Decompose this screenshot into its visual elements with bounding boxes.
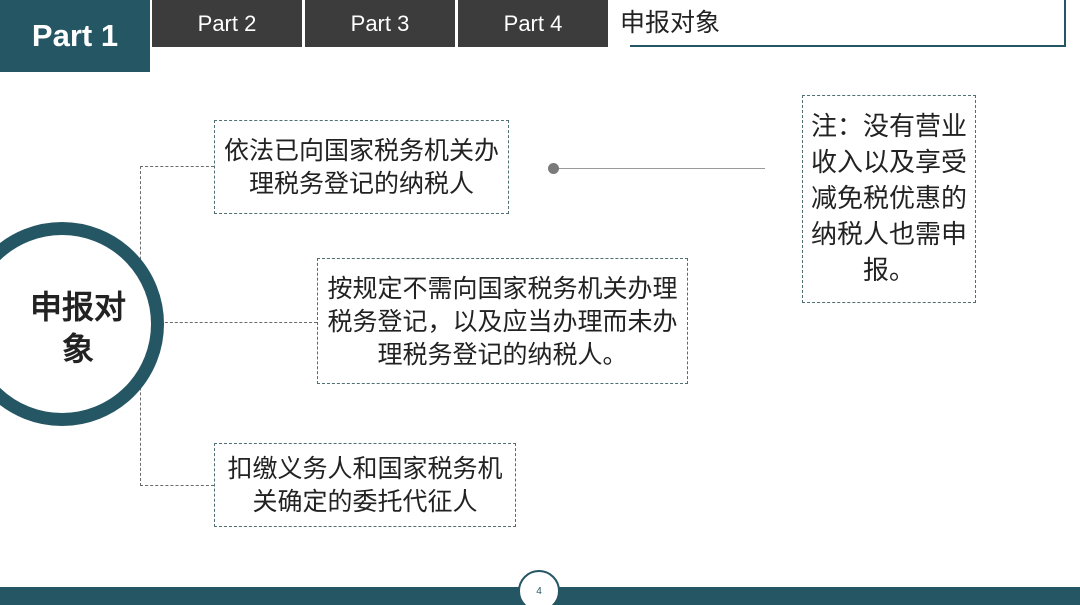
nav-tab-label: Part 3 [350, 10, 410, 36]
item-text: 扣缴义务人和国家税务机关确定的委托代征人 [227, 454, 503, 516]
page-number-badge: 4 [518, 570, 560, 605]
item-box-3: 扣缴义务人和国家税务机关确定的委托代征人 [214, 443, 516, 527]
note-box: 注：没有营业收入以及享受减免税优惠的纳税人也需申报。 [802, 95, 976, 303]
connector-item-3 [140, 485, 214, 486]
title-edge-divider [1064, 0, 1066, 47]
item-box-1: 依法已向国家税务机关办理税务登记的纳税人 [214, 120, 509, 214]
item-box-2: 按规定不需向国家税务机关办理税务登记，以及应当办理而未办理税务登记的纳税人。 [317, 258, 688, 384]
nav-tab-part-2[interactable]: Part 2 [152, 0, 302, 47]
pointer-dot [548, 163, 559, 174]
nav-tab-label: Part 2 [197, 10, 257, 36]
note-text: 注：没有营业收入以及享受减免税优惠的纳税人也需申报。 [810, 112, 967, 286]
connector-item-1 [140, 166, 214, 167]
nav-tab-part-1[interactable]: Part 1 [0, 0, 150, 72]
item-text: 依法已向国家税务机关办理税务登记的纳税人 [223, 136, 499, 198]
topic-label: 申报对象 [30, 288, 127, 368]
pointer-line [558, 168, 765, 169]
slide: Part 1 Part 2 Part 3 Part 4 申报对象 申报对象 依法… [0, 0, 1080, 605]
nav-tab-part-4[interactable]: Part 4 [458, 0, 608, 47]
nav-tab-label: Part 1 [31, 18, 119, 53]
section-title: 申报对象 [620, 8, 721, 37]
connector-item-2 [150, 322, 317, 323]
nav-tab-label: Part 4 [503, 10, 563, 36]
nav-tab-part-3[interactable]: Part 3 [305, 0, 455, 47]
item-text: 按规定不需向国家税务机关办理税务登记，以及应当办理而未办理税务登记的纳税人。 [327, 273, 678, 369]
page-number: 4 [536, 585, 542, 597]
title-underline [630, 45, 1066, 47]
